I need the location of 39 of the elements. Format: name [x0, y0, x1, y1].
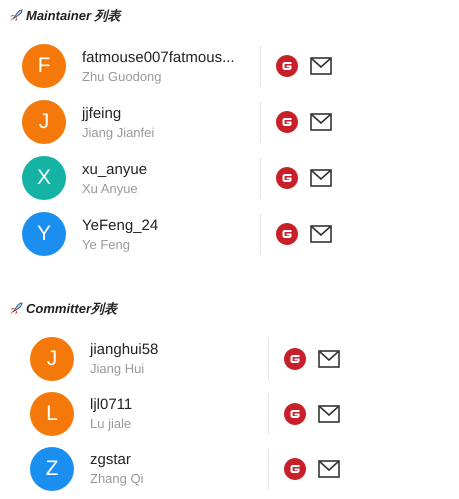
mail-icon[interactable]: [310, 113, 332, 131]
section-title: Committer列表: [26, 300, 118, 318]
section-title: Maintainer 列表: [26, 7, 121, 25]
username: zgstar: [90, 451, 132, 468]
mail-icon[interactable]: [310, 169, 332, 187]
username: fatmouse007fatmous...: [82, 48, 236, 66]
mail-icon[interactable]: [310, 225, 332, 243]
avatar: J: [30, 336, 74, 380]
avatar: X: [22, 156, 66, 200]
avatar: L: [30, 392, 74, 436]
g-logo-icon[interactable]: [284, 402, 306, 424]
full-name: Zhu Guodong: [82, 68, 163, 84]
mail-icon[interactable]: [318, 460, 340, 478]
mail-icon[interactable]: [310, 57, 332, 75]
full-name: Jiang Jianfei: [82, 124, 156, 140]
full-name: Lu jiale: [90, 416, 132, 431]
rocket-icon: [9, 302, 23, 316]
username: xu_anyue: [82, 160, 148, 178]
g-logo-icon[interactable]: [284, 348, 306, 370]
full-name: Zhang Qi: [90, 471, 144, 486]
full-name: Jiang Hui: [90, 361, 146, 376]
full-name: Ye Feng: [82, 236, 131, 252]
g-logo-icon[interactable]: [276, 167, 298, 189]
avatar: J: [22, 100, 66, 144]
g-logo-icon[interactable]: [276, 55, 298, 77]
username: jjfeing: [82, 104, 122, 122]
avatar: Y: [22, 212, 66, 256]
full-name: Xu Anyue: [82, 180, 139, 196]
username: jianghui58: [90, 341, 160, 358]
avatar: Z: [30, 446, 74, 490]
username: ljl0711: [90, 396, 134, 413]
rocket-icon: [9, 9, 23, 23]
mail-icon[interactable]: [318, 350, 340, 368]
mail-icon[interactable]: [318, 404, 340, 422]
g-logo-icon[interactable]: [284, 458, 306, 480]
avatar: F: [22, 44, 66, 88]
g-logo-icon[interactable]: [276, 223, 298, 245]
g-logo-icon[interactable]: [276, 111, 298, 133]
username: YeFeng_24: [82, 216, 160, 234]
